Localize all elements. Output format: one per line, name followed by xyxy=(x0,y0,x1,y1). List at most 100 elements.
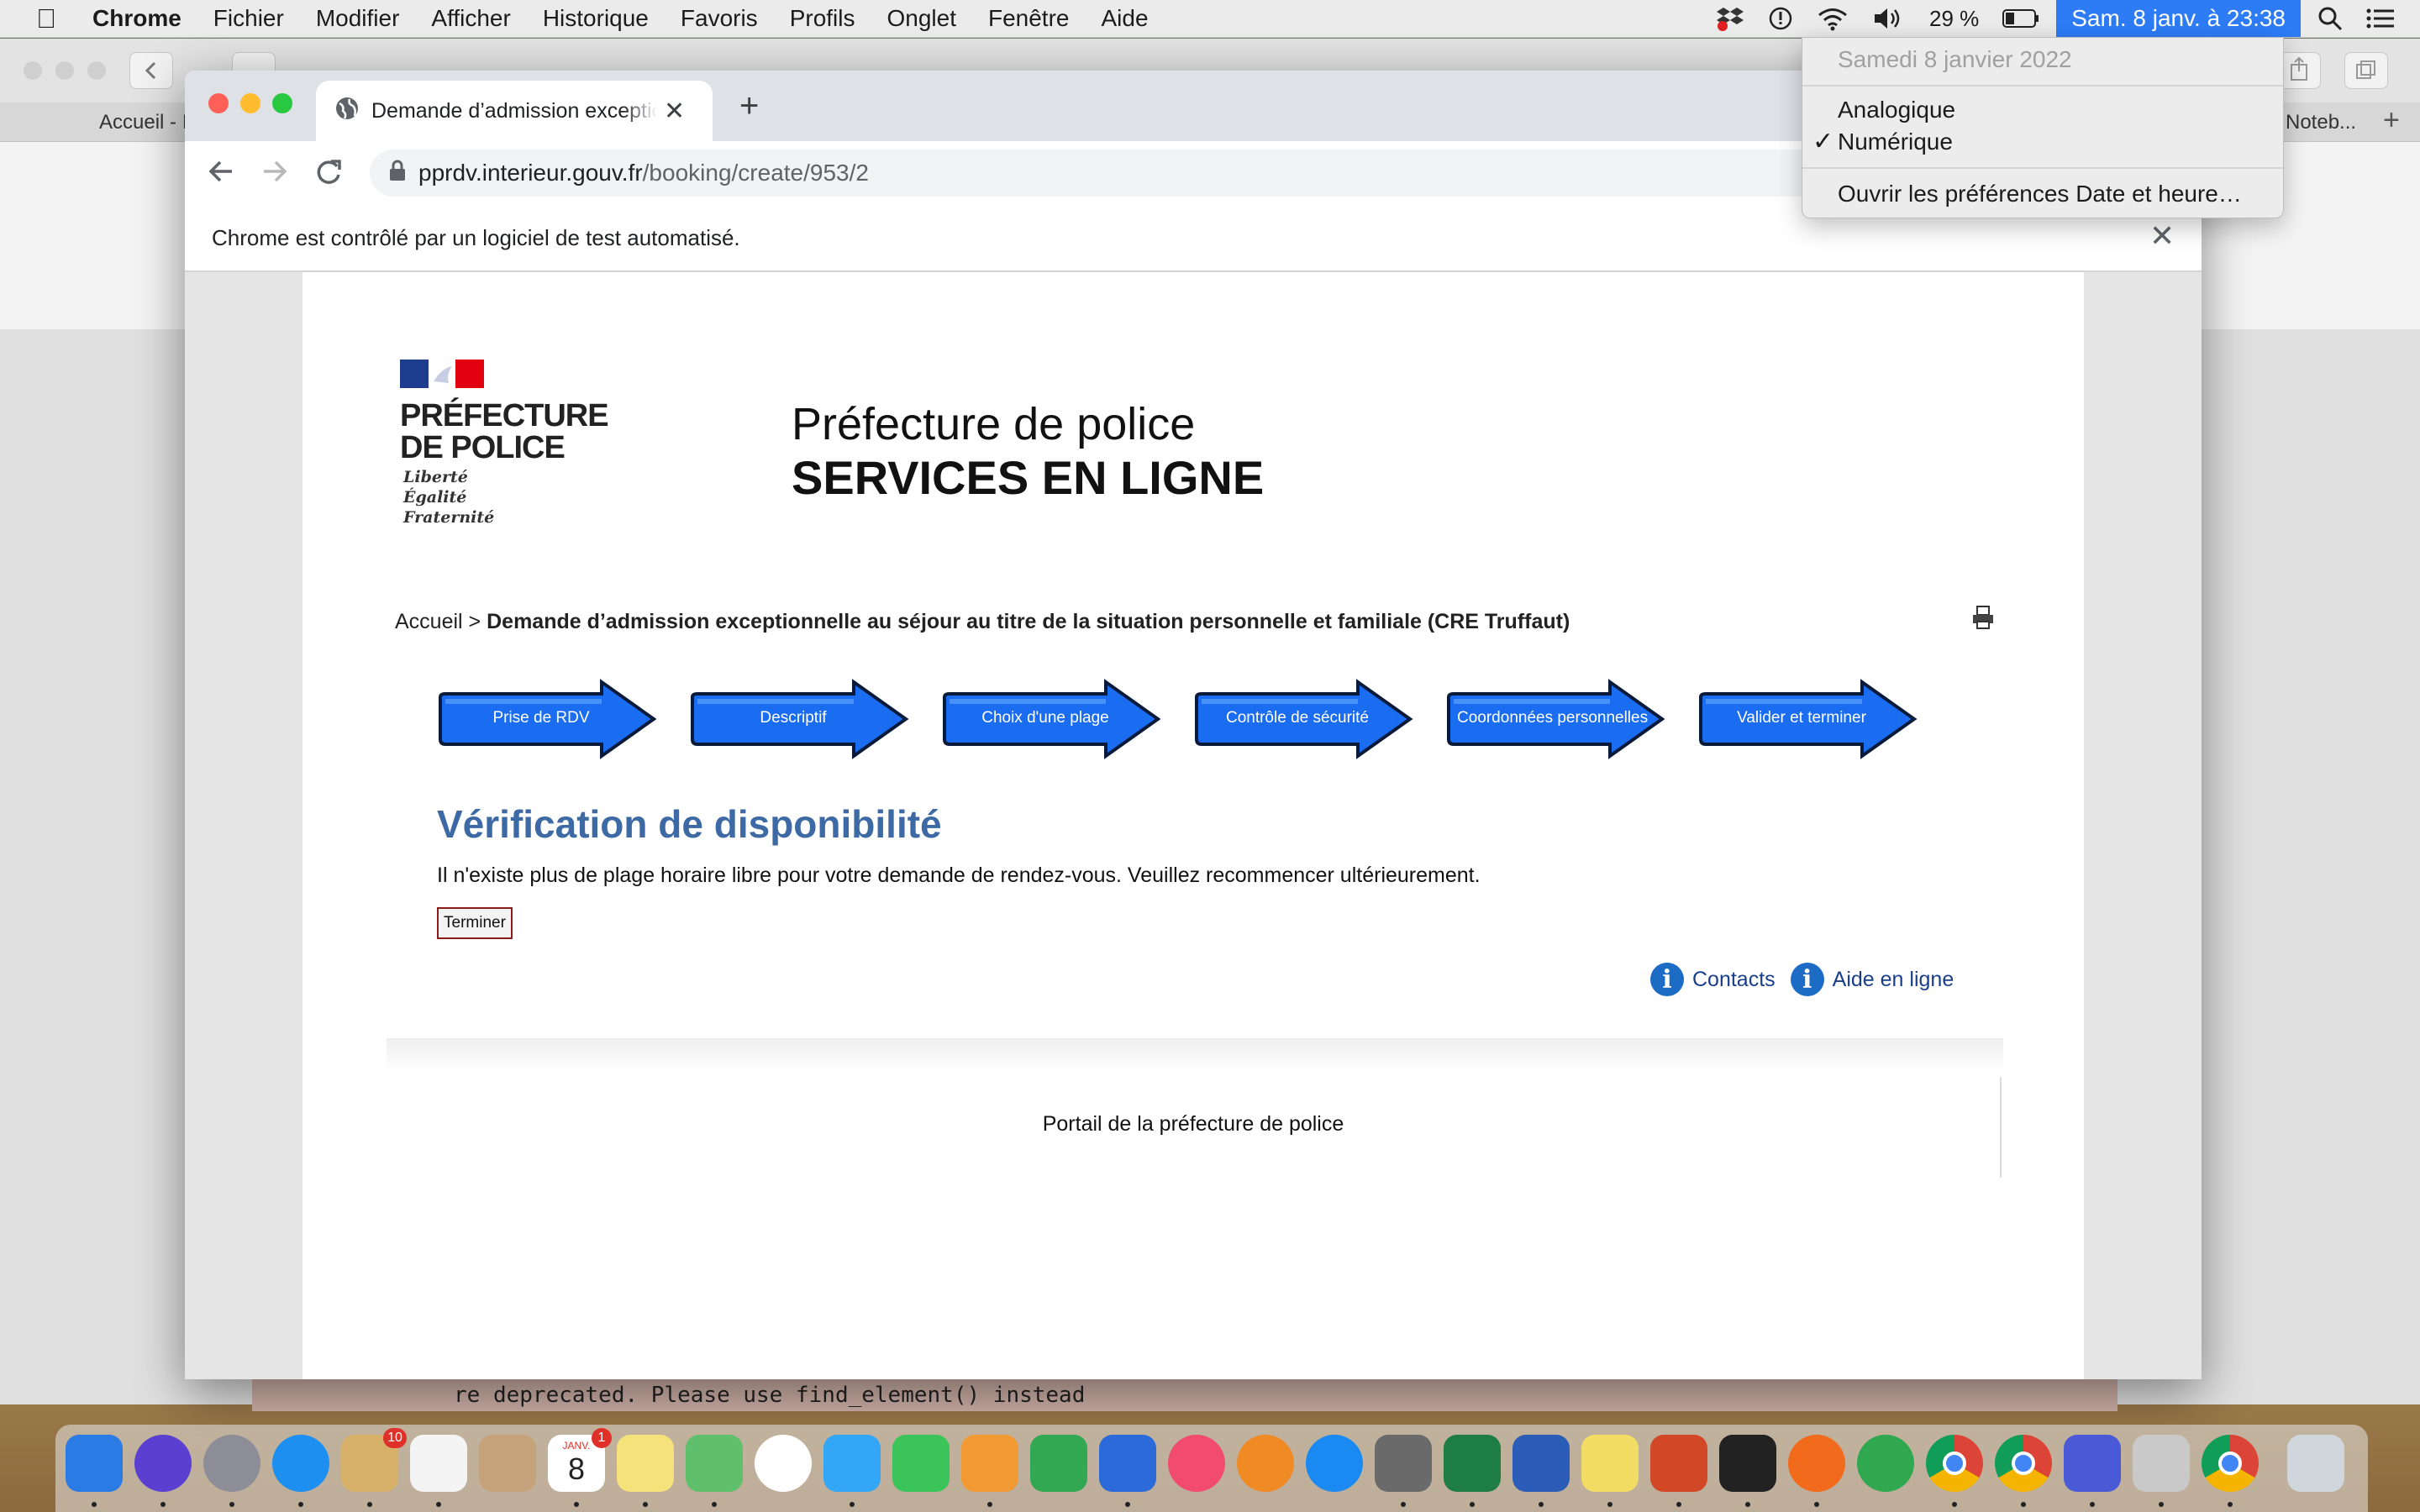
bg-tab-notebook[interactable]: Noteb... xyxy=(2286,111,2356,134)
dock-siri-icon[interactable] xyxy=(134,1435,192,1492)
dock-running-indicator xyxy=(1676,1502,1681,1507)
url-host: pprdv.interieur.gouv.fr xyxy=(418,160,643,186)
back-arrow-icon[interactable] xyxy=(207,155,235,196)
dock-aper-u-icon[interactable] xyxy=(2133,1435,2190,1492)
footer-portal-text[interactable]: Portail de la préfecture de police xyxy=(302,1112,2084,1137)
date-menu-analogique[interactable]: Analogique xyxy=(1838,97,1955,123)
dock-app-store-icon[interactable] xyxy=(1306,1435,1363,1492)
dock-rappels-icon[interactable] xyxy=(410,1435,467,1492)
close-tab-icon[interactable]: ✕ xyxy=(664,97,685,126)
menu-app-name[interactable]: Chrome xyxy=(92,5,182,32)
dock-launchpad-icon[interactable] xyxy=(203,1435,260,1492)
date-menu-numerique[interactable]: Numérique xyxy=(1838,129,1953,155)
dock-chrome-icon[interactable] xyxy=(2202,1435,2259,1492)
menubar-clock[interactable]: Sam. 8 janv. à 23:38 xyxy=(2056,0,2301,37)
dock-powerpoint-icon[interactable] xyxy=(1650,1435,1707,1492)
alert-icon[interactable] xyxy=(1768,6,1793,31)
step-label: Coordonnées personnelles xyxy=(1457,709,1649,727)
dock-messages-icon[interactable] xyxy=(823,1435,881,1492)
help-link[interactable]: Aide en ligne xyxy=(1833,968,1954,992)
menu-profils[interactable]: Profils xyxy=(790,5,855,32)
dock-corbeille-icon[interactable] xyxy=(2287,1435,2344,1492)
reload-icon[interactable] xyxy=(314,155,343,196)
dock-sync-icon[interactable] xyxy=(1857,1435,1914,1492)
bg-tab-accueil[interactable]: Accueil - I xyxy=(99,111,187,134)
menu-afficher[interactable]: Afficher xyxy=(431,5,510,32)
dock-contacts-icon[interactable] xyxy=(479,1435,536,1492)
dock-excel-icon[interactable] xyxy=(1444,1435,1501,1492)
dock-audacity-icon[interactable] xyxy=(2064,1435,2121,1492)
menu-aide[interactable]: Aide xyxy=(1101,5,1148,32)
menu-onglet[interactable]: Onglet xyxy=(886,5,956,32)
dock-running-indicator xyxy=(1125,1502,1130,1507)
forward-arrow-icon[interactable] xyxy=(260,155,289,196)
dock-musique-icon[interactable] xyxy=(1168,1435,1225,1492)
infobar-text: Chrome est contrôlé par un logiciel de t… xyxy=(212,225,740,250)
breadcrumb-home-link[interactable]: Accueil xyxy=(395,610,463,633)
menu-fichier[interactable]: Fichier xyxy=(213,5,284,32)
dock-running-indicator xyxy=(1470,1502,1475,1507)
wifi-icon[interactable] xyxy=(1817,6,1849,31)
dock-running-indicator xyxy=(2159,1502,2164,1507)
dock-facetime-icon[interactable] xyxy=(892,1435,950,1492)
bg-minimize-dot xyxy=(55,61,74,80)
menu-fenetre[interactable]: Fenêtre xyxy=(988,5,1070,32)
menu-historique[interactable]: Historique xyxy=(543,5,649,32)
menu-modifier[interactable]: Modifier xyxy=(316,5,400,32)
lock-icon[interactable] xyxy=(388,159,407,188)
breadcrumb-current: Demande d’admission exceptionnelle au sé… xyxy=(487,610,1570,633)
republic-motto: Liberté Égalité Fraternité xyxy=(403,467,494,528)
contacts-info-icon[interactable]: i xyxy=(1650,963,1684,996)
dock-chrome-icon[interactable] xyxy=(1926,1435,1983,1492)
zoom-window-button[interactable] xyxy=(272,93,292,113)
battery-icon[interactable] xyxy=(2002,8,2039,29)
dock-keynote-icon[interactable] xyxy=(1099,1435,1156,1492)
notification-center-icon[interactable] xyxy=(2366,8,2395,29)
date-menu-open-preferences[interactable]: Ouvrir les préférences Date et heure… xyxy=(1838,181,2242,207)
dock-livres-icon[interactable] xyxy=(1237,1435,1294,1492)
dock-running-indicator xyxy=(436,1502,441,1507)
dock-photos-icon[interactable] xyxy=(755,1435,812,1492)
infobar-close-icon[interactable]: ✕ xyxy=(2149,218,2175,254)
spotlight-search-icon[interactable] xyxy=(2317,6,2343,31)
dock-finder-icon[interactable] xyxy=(66,1435,123,1492)
checkmark-icon: ✓ xyxy=(1812,128,1834,155)
calendar-badge: 1 xyxy=(592,1428,612,1448)
terminer-button[interactable]: Terminer xyxy=(437,907,513,939)
apple-menu-icon[interactable]:  xyxy=(0,3,92,34)
dock-stickies-icon[interactable] xyxy=(1581,1435,1639,1492)
terminal-text: re deprecated. Please use find_element()… xyxy=(454,1383,1086,1408)
dock-chrome-icon[interactable] xyxy=(1995,1435,2052,1492)
dock-pr-f-rences-syst-me-icon[interactable] xyxy=(1375,1435,1432,1492)
close-window-button[interactable] xyxy=(208,93,229,113)
dock-calendrier-icon[interactable]: JANV. 8 1 xyxy=(548,1428,612,1492)
browser-tab[interactable]: Demande d’admission exceptionnelle ✕ xyxy=(316,81,713,141)
date-dropdown-menu: Samedi 8 janvier 2022 Analogique ✓ Numér… xyxy=(1802,37,2284,218)
new-tab-button[interactable]: + xyxy=(739,87,759,125)
dock-plans-icon[interactable] xyxy=(686,1435,743,1492)
contacts-link[interactable]: Contacts xyxy=(1692,968,1776,992)
availability-message: Il n'existe plus de plage horaire libre … xyxy=(437,864,1481,887)
header-title: Préfecture de police xyxy=(792,399,1196,449)
mail-badge: 10 xyxy=(383,1428,407,1448)
dock-safari-icon[interactable] xyxy=(272,1435,329,1492)
dock-terminal-icon[interactable] xyxy=(1719,1435,1776,1492)
dock-word-icon[interactable] xyxy=(1512,1435,1570,1492)
volume-icon[interactable] xyxy=(1872,6,1906,31)
dock-pages-icon[interactable] xyxy=(961,1435,1018,1492)
minimize-window-button[interactable] xyxy=(240,93,260,113)
bg-new-tab-icon[interactable]: + xyxy=(2383,104,2400,137)
bg-tabs-button[interactable] xyxy=(2344,52,2388,89)
chrome-window: Demande d’admission exceptionnelle ✕ + p… xyxy=(185,71,2202,1379)
dropbox-icon[interactable] xyxy=(1716,6,1744,31)
dock-mail-icon[interactable]: 10 xyxy=(341,1428,407,1492)
dock-firefox-icon[interactable] xyxy=(1788,1435,1845,1492)
dock-notes-icon[interactable] xyxy=(617,1435,674,1492)
dock-running-indicator xyxy=(574,1502,579,1507)
dock-numbers-icon[interactable] xyxy=(1030,1435,1087,1492)
bg-back-button[interactable] xyxy=(129,52,173,89)
menu-favoris[interactable]: Favoris xyxy=(681,5,758,32)
bg-zoom-dot xyxy=(87,61,106,80)
help-info-icon[interactable]: i xyxy=(1790,963,1824,996)
print-icon[interactable] xyxy=(1971,605,1995,637)
